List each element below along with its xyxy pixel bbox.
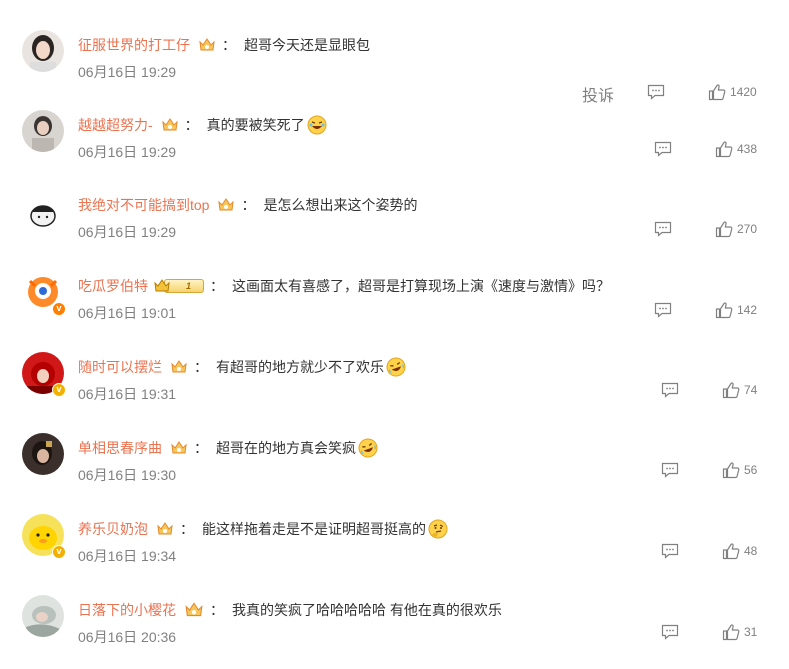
like-button[interactable]: 48	[722, 542, 757, 560]
comment-text: 能这样拖着走是不是证明超哥挺高的	[202, 521, 426, 537]
like-count: 74	[744, 383, 758, 397]
reply-icon[interactable]	[661, 462, 679, 478]
username[interactable]: 养乐贝奶泡	[78, 519, 148, 539]
thumbs-up-icon	[708, 84, 726, 101]
like-button[interactable]: 31	[722, 623, 757, 641]
crown-badge-icon[interactable]	[198, 36, 216, 54]
comment-item: 征服世界的打工仔 ： 超哥今天还是显眼包 06月16日 19:29 投诉 142…	[0, 24, 789, 106]
separator: ：	[180, 521, 194, 537]
separator: ：	[194, 440, 208, 456]
comment-list: 征服世界的打工仔 ： 超哥今天还是显眼包 06月16日 19:29 投诉 142…	[0, 0, 789, 657]
thumbs-up-icon	[722, 462, 740, 479]
vip-level-badge[interactable]: 1	[154, 278, 204, 294]
avatar[interactable]	[22, 190, 64, 232]
verified-badge-icon: v	[52, 545, 66, 559]
like-button[interactable]: 1420	[708, 83, 757, 101]
like-button[interactable]: 142	[715, 301, 757, 319]
username[interactable]: 征服世界的打工仔	[78, 35, 190, 55]
timestamp: 06月16日 19:29	[78, 144, 177, 160]
thumbs-up-icon	[722, 382, 740, 399]
timestamp: 06月16日 19:29	[78, 224, 177, 240]
like-button[interactable]: 270	[715, 220, 757, 238]
like-button[interactable]: 56	[722, 461, 757, 479]
report-link[interactable]: 投诉	[582, 82, 614, 106]
timestamp: 06月16日 19:29	[78, 64, 177, 80]
like-count: 1420	[730, 85, 757, 99]
avatar[interactable]	[22, 110, 64, 152]
timestamp: 06月16日 19:01	[78, 305, 177, 321]
reply-icon[interactable]	[647, 84, 665, 100]
comment-text: 有超哥的地方就少不了欢乐	[216, 359, 384, 375]
crown-badge-icon[interactable]	[170, 439, 188, 457]
vip-crown-icon	[154, 279, 170, 292]
crown-badge-icon[interactable]	[156, 520, 174, 538]
username[interactable]: 越越超努力-	[78, 115, 153, 135]
laughing-emoji-icon	[307, 115, 327, 135]
avatar[interactable]	[22, 30, 64, 72]
username[interactable]: 日落下的小樱花	[78, 600, 176, 620]
reply-icon[interactable]	[661, 543, 679, 559]
like-count: 56	[744, 463, 758, 477]
comment-item: 单相思春序曲 ： 超哥在的地方真会笑疯 06月16日 19:30 56	[0, 427, 789, 507]
timestamp: 06月16日 19:34	[78, 548, 177, 564]
thinking-emoji-icon	[428, 519, 448, 539]
separator: ：	[184, 117, 199, 133]
avatar[interactable]	[22, 433, 64, 475]
verified-badge-icon: v	[52, 302, 66, 316]
separator: ：	[210, 278, 224, 294]
like-count: 438	[737, 142, 758, 156]
separator: ：	[241, 197, 256, 213]
crying-laugh-emoji-icon	[386, 357, 406, 377]
username[interactable]: 单相思春序曲	[78, 438, 162, 458]
thumbs-up-icon	[715, 141, 733, 158]
crown-badge-icon[interactable]	[217, 196, 235, 214]
crown-badge-icon[interactable]	[170, 358, 188, 376]
like-count: 270	[737, 222, 758, 236]
username[interactable]: 我绝对不可能搞到top	[78, 195, 209, 215]
reply-icon[interactable]	[661, 624, 679, 640]
timestamp: 06月16日 20:36	[78, 629, 177, 645]
avatar[interactable]	[22, 595, 64, 637]
crying-laugh-emoji-icon	[358, 438, 378, 458]
username[interactable]: 随时可以摆烂	[78, 357, 162, 377]
comment-item: 越越超努力- ： 真的要被笑死了 06月16日 19:29 438	[0, 104, 789, 184]
verified-badge-icon: v	[52, 383, 66, 397]
comment-text: 这画面太有喜感了，超哥是打算现场上演《速度与激情》吗？	[232, 278, 610, 294]
comment-item: v 养乐贝奶泡 ： 能这样拖着走是不是证明超哥挺高的 06月16日 19:34 …	[0, 508, 789, 588]
comment-text: 超哥今天还是显眼包	[244, 37, 370, 53]
like-button[interactable]: 438	[715, 140, 757, 158]
like-count: 31	[744, 625, 758, 639]
timestamp: 06月16日 19:30	[78, 467, 177, 483]
crown-badge-icon[interactable]	[184, 600, 204, 620]
comment-text: 真的要被笑死了	[206, 117, 305, 133]
reply-icon[interactable]	[654, 221, 672, 237]
comment-item: v 吃瓜罗伯特 1 ： 这画面太有喜感了，超哥是打算现场上演《速度与激情》吗？ …	[0, 265, 789, 345]
comment-text: 是怎么想出来这个姿势的	[263, 197, 418, 213]
like-count: 48	[744, 544, 758, 558]
timestamp: 06月16日 19:31	[78, 386, 177, 402]
comment-item: v 随时可以摆烂 ： 有超哥的地方就少不了欢乐 06月16日 19:31 74	[0, 346, 789, 426]
vip-level: 1	[164, 279, 204, 293]
comment-item: 日落下的小樱花 ： 我真的笑疯了哈哈哈哈哈 有他在真的很欢乐 06月16日 20…	[0, 589, 789, 669]
separator: ：	[210, 602, 224, 618]
comment-text: 我真的笑疯了哈哈哈哈哈 有他在真的很欢乐	[232, 602, 502, 618]
like-button[interactable]: 74	[722, 381, 757, 399]
reply-icon[interactable]	[654, 302, 672, 318]
comment-item: 我绝对不可能搞到top ： 是怎么想出来这个姿势的 06月16日 19:29 2…	[0, 184, 789, 264]
reply-icon[interactable]	[654, 141, 672, 157]
username[interactable]: 吃瓜罗伯特	[78, 276, 148, 296]
thumbs-up-icon	[722, 543, 740, 560]
crown-badge-icon[interactable]	[161, 116, 179, 134]
like-count: 142	[737, 303, 758, 317]
separator: ：	[194, 359, 208, 375]
separator: ：	[222, 37, 236, 53]
thumbs-up-icon	[722, 624, 740, 641]
comment-text: 超哥在的地方真会笑疯	[216, 440, 356, 456]
reply-icon[interactable]	[661, 382, 679, 398]
thumbs-up-icon	[715, 302, 733, 319]
thumbs-up-icon	[715, 221, 733, 238]
